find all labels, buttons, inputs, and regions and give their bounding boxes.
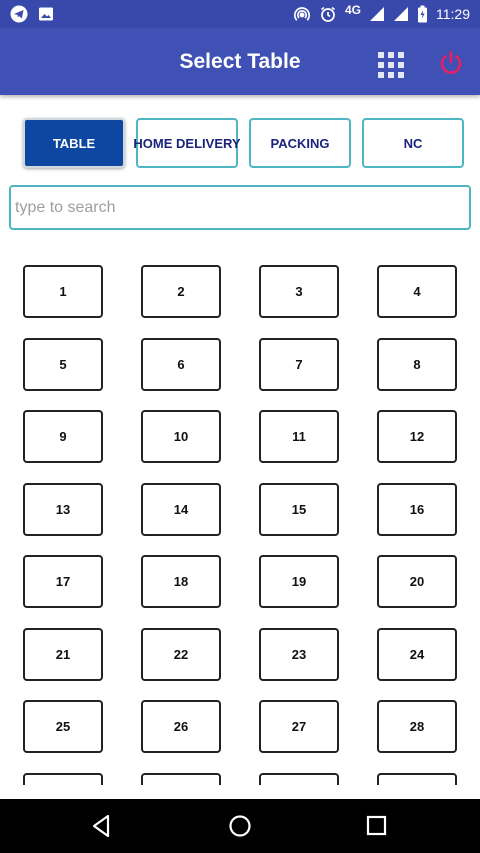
recents-button[interactable] <box>362 811 392 841</box>
table-cell[interactable]: 11 <box>259 410 339 463</box>
tab-home-delivery[interactable]: HOME DELIVERY <box>133 118 241 168</box>
status-bar: 4G 11:29 <box>0 0 480 28</box>
back-button[interactable] <box>87 811 117 841</box>
recents-icon <box>366 815 387 836</box>
table-cell[interactable]: 16 <box>377 482 457 536</box>
table-cell[interactable]: 3 <box>259 265 339 318</box>
back-icon <box>92 814 110 838</box>
table-cell[interactable]: 17 <box>23 555 103 608</box>
app-bar: Select Table <box>0 28 480 95</box>
table-cell[interactable]: 9 <box>23 410 103 463</box>
tab-nc[interactable]: NC <box>362 118 464 168</box>
grid-icon <box>378 52 404 78</box>
tab-packing[interactable]: PACKING <box>249 118 351 168</box>
home-icon <box>229 815 251 837</box>
table-cell[interactable]: 26 <box>141 700 221 753</box>
table-cell[interactable]: 24 <box>377 627 457 681</box>
grid-menu-button[interactable] <box>376 50 406 80</box>
power-button[interactable] <box>436 48 466 78</box>
table-cell[interactable]: 1 <box>23 265 103 318</box>
table-cell[interactable]: 10 <box>141 410 221 463</box>
table-cell[interactable]: 2 <box>141 265 221 318</box>
table-cell[interactable] <box>23 772 103 785</box>
table-cell[interactable]: 6 <box>141 337 221 391</box>
table-cell[interactable]: 7 <box>259 337 339 391</box>
table-cell[interactable]: 19 <box>259 555 339 608</box>
table-cell[interactable]: 25 <box>23 700 103 753</box>
order-type-tabs: TABLE HOME DELIVERY PACKING NC <box>0 118 480 172</box>
table-cell[interactable]: 12 <box>377 410 457 463</box>
home-button[interactable] <box>225 811 255 841</box>
signal-icon <box>369 6 385 22</box>
hotspot-icon <box>293 5 311 23</box>
table-cell[interactable]: 13 <box>23 482 103 536</box>
table-cell[interactable]: 14 <box>141 482 221 536</box>
table-cell[interactable] <box>377 772 457 785</box>
table-cell[interactable]: 8 <box>377 337 457 391</box>
image-icon <box>38 6 54 22</box>
table-cell[interactable]: 20 <box>377 555 457 608</box>
table-cell[interactable]: 5 <box>23 337 103 391</box>
table-cell[interactable] <box>259 772 339 785</box>
table-cell[interactable] <box>141 772 221 785</box>
battery-icon <box>417 5 428 23</box>
table-grid: 1 2 3 4 5 6 7 8 9 10 11 12 13 14 15 16 17 18 19 20 21 22 23 24 2… <box>0 243 480 785</box>
status-right: 4G 11:29 <box>293 3 470 23</box>
alarm-icon <box>319 5 337 23</box>
power-icon <box>440 50 462 74</box>
signal-icon <box>393 6 409 22</box>
status-left <box>10 5 54 23</box>
table-cell[interactable]: 21 <box>23 627 103 681</box>
search-box <box>9 185 471 230</box>
table-cell[interactable]: 23 <box>259 627 339 681</box>
table-cell[interactable]: 4 <box>377 265 457 318</box>
clock-time: 11:29 <box>436 6 470 22</box>
table-cell[interactable]: 15 <box>259 482 339 536</box>
network-type: 4G <box>344 3 361 17</box>
nav-bar <box>0 799 480 853</box>
tab-table[interactable]: TABLE <box>23 118 125 168</box>
page-title: Select Table <box>179 50 301 73</box>
table-cell[interactable]: 22 <box>141 627 221 681</box>
table-cell[interactable]: 27 <box>259 700 339 753</box>
table-cell[interactable]: 18 <box>141 555 221 608</box>
search-input[interactable] <box>11 187 469 228</box>
telegram-icon <box>10 5 28 23</box>
table-cell[interactable]: 28 <box>377 700 457 753</box>
